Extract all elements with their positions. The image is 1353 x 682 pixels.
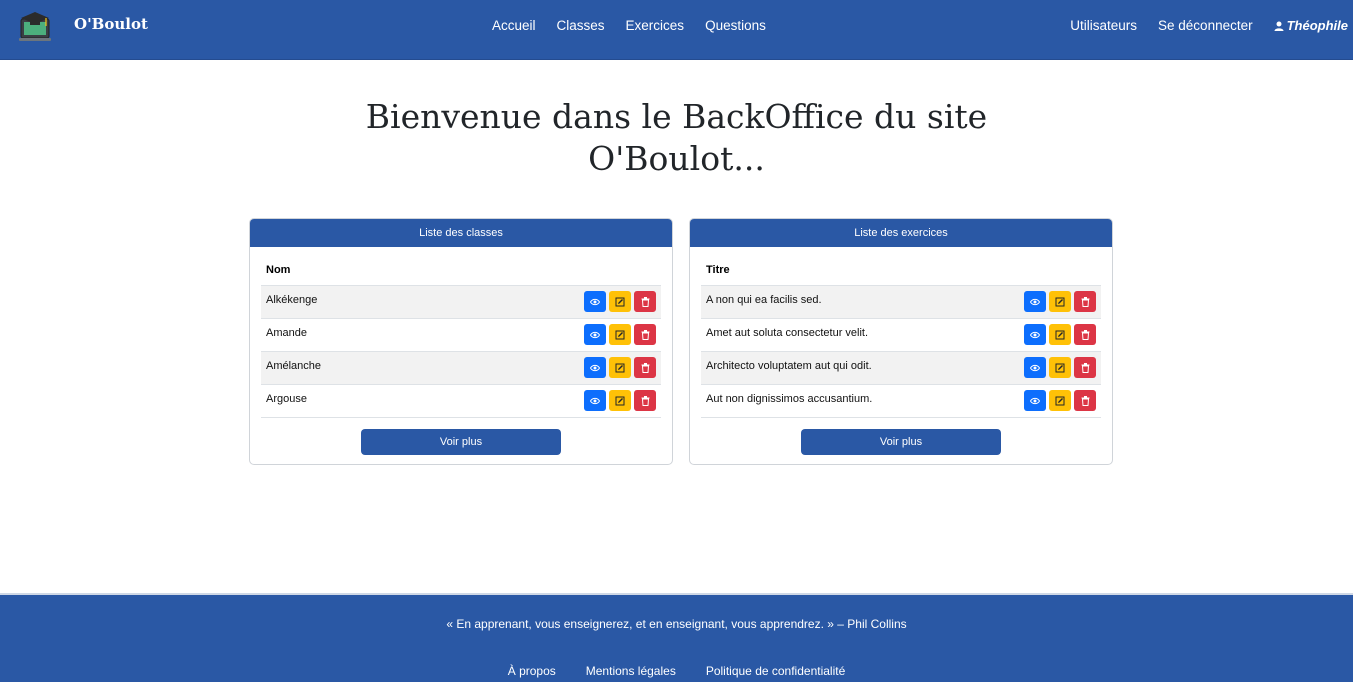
table-row: A non qui ea facilis sed. bbox=[701, 285, 1101, 319]
current-user[interactable]: Théophile bbox=[1274, 18, 1348, 33]
eye-icon bbox=[590, 397, 600, 404]
user-nav: Utilisateurs Se déconnecter Théophile bbox=[1049, 18, 1348, 33]
nav-exercices[interactable]: Exercices bbox=[626, 18, 685, 33]
exercices-card-header: Liste des exercices bbox=[690, 219, 1112, 247]
edit-button[interactable] bbox=[609, 390, 631, 411]
row-name: Amande bbox=[261, 318, 571, 352]
eye-icon bbox=[590, 298, 600, 305]
page-title: Bienvenue dans le BackOffice du site O'B… bbox=[365, 97, 988, 178]
edit-button[interactable] bbox=[609, 357, 631, 378]
edit-icon bbox=[1055, 330, 1065, 339]
row-name: Argouse bbox=[261, 384, 571, 418]
footer-links: À propos Mentions légales Politique de c… bbox=[0, 664, 1353, 678]
classes-card: Liste des classes Nom Alkékenge Amande A… bbox=[249, 218, 673, 465]
eye-icon bbox=[1030, 397, 1040, 404]
row-title: A non qui ea facilis sed. bbox=[701, 285, 1011, 319]
edit-icon bbox=[615, 297, 625, 306]
view-button[interactable] bbox=[584, 291, 606, 312]
user-name: Théophile bbox=[1286, 18, 1348, 33]
table-row: Argouse bbox=[261, 384, 661, 418]
trash-icon bbox=[1081, 362, 1089, 373]
footer-quote: « En apprenant, vous enseignerez, et en … bbox=[446, 617, 907, 631]
delete-button[interactable] bbox=[634, 357, 656, 378]
edit-icon bbox=[615, 330, 625, 339]
row-title: Architecto voluptatem aut qui odit. bbox=[701, 351, 1011, 385]
view-button[interactable] bbox=[1024, 324, 1046, 345]
exercices-column-header: Titre bbox=[701, 255, 1101, 286]
edit-button[interactable] bbox=[1049, 357, 1071, 378]
classes-more-button[interactable]: Voir plus bbox=[361, 428, 561, 455]
delete-button[interactable] bbox=[1074, 291, 1096, 312]
table-row: Amande bbox=[261, 318, 661, 352]
view-button[interactable] bbox=[584, 390, 606, 411]
edit-icon bbox=[1055, 363, 1065, 372]
graduation-laptop-icon bbox=[19, 12, 51, 41]
edit-icon bbox=[1055, 297, 1065, 306]
view-button[interactable] bbox=[584, 324, 606, 345]
footer-link-legal[interactable]: Mentions légales bbox=[586, 664, 676, 678]
edit-button[interactable] bbox=[609, 324, 631, 345]
row-name: Alkékenge bbox=[261, 285, 571, 319]
trash-icon bbox=[641, 395, 649, 406]
hero: Bienvenue dans le BackOffice du site O'B… bbox=[0, 96, 1353, 180]
edit-button[interactable] bbox=[1049, 291, 1071, 312]
view-button[interactable] bbox=[1024, 291, 1046, 312]
user-icon bbox=[1274, 21, 1284, 31]
row-title: Aut non dignissimos accusantium. bbox=[701, 384, 1011, 418]
eye-icon bbox=[1030, 298, 1040, 305]
edit-icon bbox=[615, 396, 625, 405]
delete-button[interactable] bbox=[1074, 390, 1096, 411]
view-button[interactable] bbox=[1024, 357, 1046, 378]
eye-icon bbox=[1030, 331, 1040, 338]
delete-button[interactable] bbox=[634, 324, 656, 345]
classes-column-header: Nom bbox=[261, 255, 661, 286]
delete-button[interactable] bbox=[634, 291, 656, 312]
edit-button[interactable] bbox=[609, 291, 631, 312]
footer-link-about[interactable]: À propos bbox=[508, 664, 556, 678]
delete-button[interactable] bbox=[634, 390, 656, 411]
brand[interactable]: O'Boulot bbox=[18, 9, 148, 43]
nav-logout[interactable]: Se déconnecter bbox=[1158, 18, 1253, 33]
footer: « En apprenant, vous enseignerez, et en … bbox=[0, 593, 1353, 682]
nav-utilisateurs[interactable]: Utilisateurs bbox=[1070, 18, 1137, 33]
trash-icon bbox=[641, 296, 649, 307]
classes-table: Nom Alkékenge Amande Amélanche Argouse bbox=[261, 255, 661, 418]
eye-icon bbox=[590, 331, 600, 338]
trash-icon bbox=[1081, 395, 1089, 406]
trash-icon bbox=[641, 329, 649, 340]
eye-icon bbox=[590, 364, 600, 371]
nav-accueil[interactable]: Accueil bbox=[492, 18, 536, 33]
table-row: Amélanche bbox=[261, 351, 661, 385]
footer-link-privacy[interactable]: Politique de confidentialité bbox=[706, 664, 845, 678]
edit-icon bbox=[1055, 396, 1065, 405]
exercices-more-button[interactable]: Voir plus bbox=[801, 428, 1001, 455]
main-nav: Accueil Classes Exercices Questions bbox=[492, 18, 787, 33]
classes-card-header: Liste des classes bbox=[250, 219, 672, 247]
navbar: O'Boulot Accueil Classes Exercices Quest… bbox=[0, 0, 1353, 60]
edit-icon bbox=[615, 363, 625, 372]
trash-icon bbox=[641, 362, 649, 373]
exercices-card: Liste des exercices Titre A non qui ea f… bbox=[689, 218, 1113, 465]
row-name: Amélanche bbox=[261, 351, 571, 385]
trash-icon bbox=[1081, 329, 1089, 340]
nav-classes[interactable]: Classes bbox=[557, 18, 605, 33]
table-row: Alkékenge bbox=[261, 285, 661, 319]
edit-button[interactable] bbox=[1049, 324, 1071, 345]
brand-name: O'Boulot bbox=[74, 15, 148, 33]
nav-questions[interactable]: Questions bbox=[705, 18, 766, 33]
row-title: Amet aut soluta consectetur velit. bbox=[701, 318, 1011, 352]
table-row: Aut non dignissimos accusantium. bbox=[701, 384, 1101, 418]
edit-button[interactable] bbox=[1049, 390, 1071, 411]
table-row: Architecto voluptatem aut qui odit. bbox=[701, 351, 1101, 385]
delete-button[interactable] bbox=[1074, 324, 1096, 345]
delete-button[interactable] bbox=[1074, 357, 1096, 378]
table-row: Amet aut soluta consectetur velit. bbox=[701, 318, 1101, 352]
exercices-table: Titre A non qui ea facilis sed. Amet aut… bbox=[701, 255, 1101, 418]
view-button[interactable] bbox=[1024, 390, 1046, 411]
view-button[interactable] bbox=[584, 357, 606, 378]
eye-icon bbox=[1030, 364, 1040, 371]
trash-icon bbox=[1081, 296, 1089, 307]
